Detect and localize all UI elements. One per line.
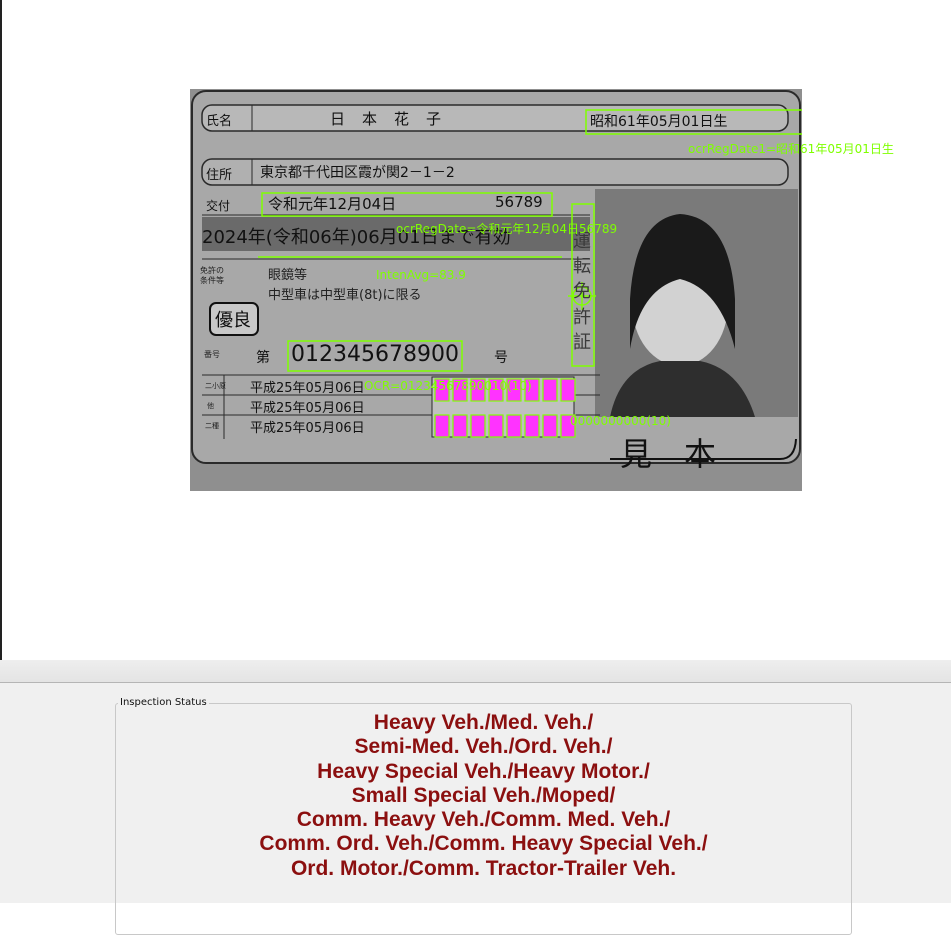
- overlay-ocr-reg-date1: ocrRegDate1=昭和61年05月01日生: [688, 142, 894, 156]
- status-line: Heavy Special Veh./Heavy Motor./: [317, 759, 650, 783]
- card-conditions-line-2: 中型車は中型車(8t)に限る: [268, 288, 422, 303]
- status-line: Ord. Motor./Comm. Tractor-Trailer Veh.: [290, 856, 677, 880]
- card-issue-date: 令和元年12月04日: [268, 195, 397, 213]
- overlay-ocr-reg-date: ocrRegDate=令和元年12月04日56789: [396, 222, 618, 236]
- card-name-label: 氏名: [206, 114, 233, 129]
- card-name-value: 日 本 花 子: [330, 110, 443, 128]
- inspection-status-legend: Inspection Status: [118, 697, 209, 708]
- status-line: Heavy Veh./Med. Veh./: [373, 711, 594, 734]
- card-issue-number: 56789: [495, 193, 543, 211]
- card-class-label-3: 二種: [205, 422, 219, 430]
- status-line: Semi-Med. Veh./Ord. Veh./: [354, 735, 613, 759]
- overlay-inten-avg: IntenAvg=83.9: [376, 268, 466, 282]
- card-address-value: 東京都千代田区霞が関2－1－2: [260, 165, 455, 181]
- status-panel: Inspection Status Heavy Veh./Med. Veh./ …: [0, 683, 951, 935]
- status-line: Small Special Veh./Moped/: [351, 783, 616, 807]
- card-conditions-label-2: 条件等: [200, 276, 224, 285]
- card-birth-date: 昭和61年05月01日生: [590, 114, 728, 130]
- panel-splitter[interactable]: [0, 660, 951, 683]
- image-viewer[interactable]: 氏名 日 本 花 子 昭和61年05月01日生 住所 東京都千代田区霞が関2－1…: [2, 0, 951, 660]
- card-excellent-badge: 優良: [215, 310, 251, 331]
- status-line: Comm. Heavy Veh./Comm. Med. Veh./: [296, 808, 671, 832]
- overlay-ocr-line-1: OCR=01234567890010(10): [364, 379, 532, 393]
- card-address-label: 住所: [206, 168, 233, 183]
- card-number-prefix: 第: [256, 350, 270, 366]
- card-class-date-3: 平成25年05月06日: [250, 421, 365, 436]
- card-class-date-2: 平成25年05月06日: [250, 401, 365, 416]
- card-number-suffix: 号: [494, 350, 508, 366]
- card-number-label: 番号: [204, 350, 220, 359]
- card-license-number: 012345678900: [291, 342, 459, 367]
- card-issue-label: 交付: [206, 199, 231, 213]
- card-conditions-line-1: 眼鏡等: [268, 268, 308, 283]
- status-line: Comm. Ord. Veh./Comm. Heavy Special Veh.…: [259, 832, 708, 856]
- card-class-label-1: 二小原: [205, 382, 226, 390]
- overlay-ocr-line-2: 0000000000(10): [570, 414, 671, 428]
- card-class-label-2: 他: [207, 402, 214, 410]
- card-specimen-text: 見 本: [620, 435, 717, 473]
- inspection-status-text: Heavy Veh./Med. Veh./ Semi-Med. Veh./Ord…: [115, 711, 852, 881]
- card-side-text: 運転免許証: [573, 231, 591, 353]
- card-class-date-1: 平成25年05月06日: [250, 381, 365, 396]
